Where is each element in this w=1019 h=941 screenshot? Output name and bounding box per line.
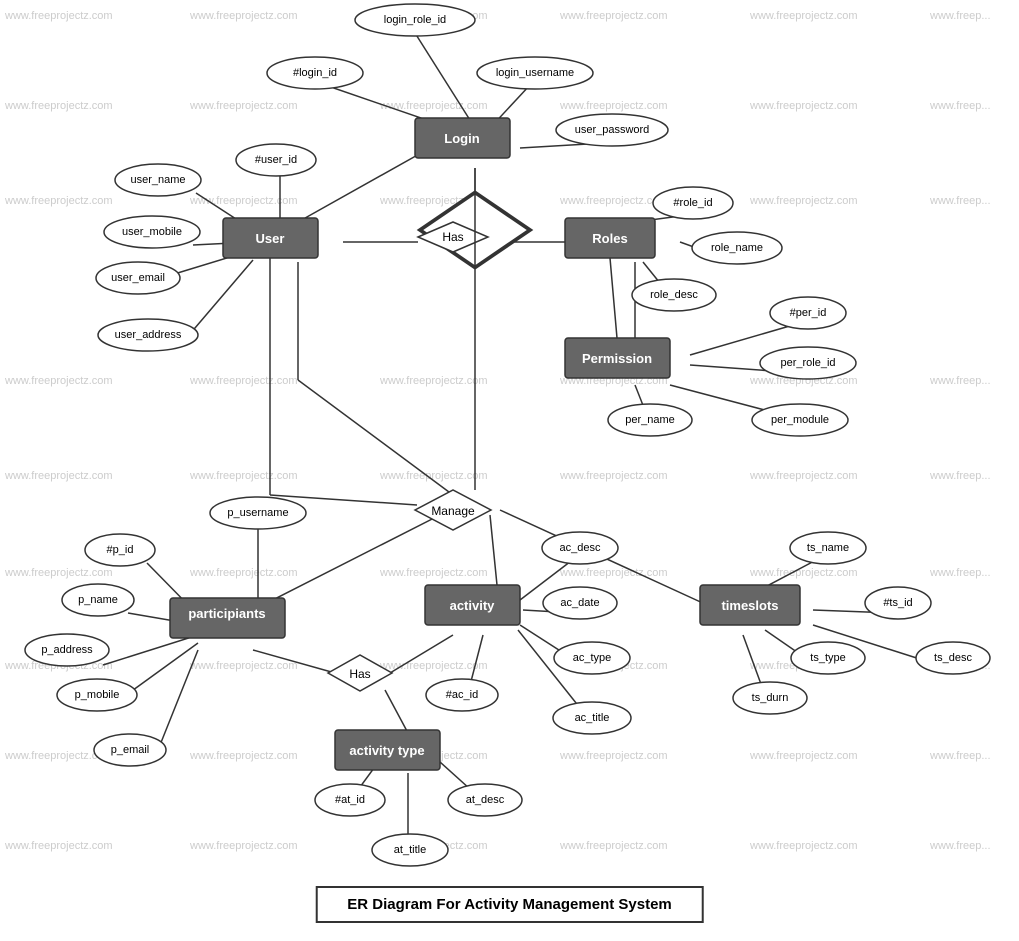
- svg-text:User: User: [256, 231, 285, 246]
- svg-text:user_email: user_email: [111, 272, 165, 284]
- svg-text:#per_id: #per_id: [790, 307, 827, 319]
- svg-text:user_name: user_name: [130, 174, 185, 186]
- svg-text:ts_name: ts_name: [807, 542, 849, 554]
- svg-text:user_address: user_address: [115, 329, 182, 341]
- svg-text:#p_id: #p_id: [107, 544, 134, 556]
- svg-text:#ac_id: #ac_id: [446, 689, 478, 701]
- svg-text:activity type: activity type: [349, 743, 424, 758]
- svg-text:per_role_id: per_role_id: [780, 357, 835, 369]
- svg-text:at_title: at_title: [394, 844, 426, 856]
- svg-text:role_name: role_name: [711, 242, 763, 254]
- svg-text:ts_desc: ts_desc: [934, 652, 972, 664]
- svg-text:activity: activity: [450, 598, 496, 613]
- svg-text:ac_type: ac_type: [573, 652, 612, 664]
- svg-text:#at_id: #at_id: [335, 794, 365, 806]
- svg-text:per_module: per_module: [771, 414, 829, 426]
- svg-text:timeslots: timeslots: [721, 598, 778, 613]
- svg-text:ac_title: ac_title: [575, 712, 610, 724]
- svg-text:ac_date: ac_date: [560, 597, 599, 609]
- svg-text:#ts_id: #ts_id: [883, 597, 912, 609]
- svg-text:p_name: p_name: [78, 594, 118, 606]
- svg-text:participiants: participiants: [188, 606, 265, 621]
- svg-text:user_mobile: user_mobile: [122, 226, 182, 238]
- svg-text:p_mobile: p_mobile: [75, 689, 120, 701]
- svg-text:ts_durn: ts_durn: [752, 692, 789, 704]
- svg-text:at_desc: at_desc: [466, 794, 505, 806]
- svg-text:p_email: p_email: [111, 744, 150, 756]
- svg-text:p_username: p_username: [227, 507, 288, 519]
- svg-text:Has: Has: [349, 667, 370, 681]
- svg-text:ac_desc: ac_desc: [560, 542, 601, 554]
- svg-text:p_address: p_address: [41, 644, 93, 656]
- svg-text:Login: Login: [444, 131, 479, 146]
- svg-text:#role_id: #role_id: [673, 197, 712, 209]
- svg-text:login_role_id: login_role_id: [384, 14, 446, 26]
- svg-text:role_desc: role_desc: [650, 289, 698, 301]
- caption-text: ER Diagram For Activity Management Syste…: [347, 896, 672, 913]
- svg-text:per_name: per_name: [625, 414, 675, 426]
- svg-text:user_password: user_password: [575, 124, 650, 136]
- svg-text:Roles: Roles: [592, 231, 627, 246]
- svg-text:#user_id: #user_id: [255, 154, 297, 166]
- svg-text:Manage: Manage: [431, 504, 475, 518]
- svg-text:Permission: Permission: [582, 351, 652, 366]
- svg-text:Has: Has: [442, 230, 463, 244]
- er-diagram: .entity { fill: #666; stroke: #333; stro…: [0, 0, 1019, 941]
- svg-text:login_username: login_username: [496, 67, 574, 79]
- svg-text:#login_id: #login_id: [293, 67, 337, 79]
- caption-box: ER Diagram For Activity Management Syste…: [315, 886, 704, 923]
- svg-text:ts_type: ts_type: [810, 652, 845, 664]
